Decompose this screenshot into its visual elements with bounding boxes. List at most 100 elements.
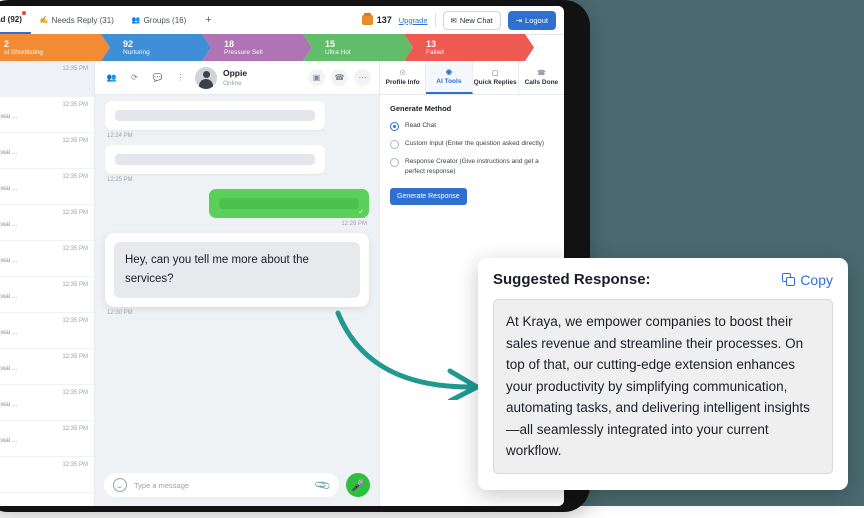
message-input-placeholder[interactable]: Type a message xyxy=(134,481,309,490)
add-tab-button[interactable]: + xyxy=(195,14,221,26)
generate-response-button[interactable]: Generate Response xyxy=(390,188,467,205)
message-outgoing-placeholder: ✓ xyxy=(105,189,369,218)
list-item-preview: I am wai ... xyxy=(0,293,18,300)
top-tab-bar: ✉ Unread (92) ✍ Needs Reply (31) 👥 Group… xyxy=(0,6,564,35)
stage-count: 13 xyxy=(426,38,437,49)
stage-label: Pressure Sell xyxy=(224,48,263,56)
list-item[interactable]: 12:35 PM I am wai ... xyxy=(0,349,94,385)
video-call-icon[interactable]: ▣ xyxy=(308,69,325,86)
reply-icon: ✍ xyxy=(39,17,49,24)
placeholder-line xyxy=(115,110,315,121)
stage-shortlisting[interactable]: 2 ol Shortlisting xyxy=(0,34,110,61)
tab-label: Profile Info xyxy=(385,79,420,86)
stage-pressure-sell[interactable]: 18 Pressure Sell xyxy=(202,34,312,61)
inbox-tabs: ✉ Unread (92) ✍ Needs Reply (31) 👥 Group… xyxy=(0,6,222,34)
list-item[interactable]: 12:35 PM xyxy=(0,457,94,493)
stage-count: 2 xyxy=(4,38,10,49)
tab-groups-label: Groups (16) xyxy=(143,15,187,25)
message-composer: Type a message 📎 🎤 xyxy=(95,464,379,506)
tab-calls-done[interactable]: ☎ Calls Done xyxy=(519,61,564,94)
message-thread[interactable]: 12:24 PM 12:25 PM ✓ 12:28 PM Hey, can yo… xyxy=(95,95,379,464)
stage-label: ol Shortlisting xyxy=(4,48,44,56)
phone-call-icon[interactable]: ☎ xyxy=(331,69,348,86)
tab-label: Calls Done xyxy=(524,79,559,86)
contact-info: Oppie Online xyxy=(223,68,247,88)
list-item[interactable]: 12:35 PM I am wai ... xyxy=(0,385,94,421)
list-item[interactable]: 12:35 PM I am wai ... xyxy=(0,97,94,133)
pipeline-stage-bar: 2 ol Shortlisting 92 Nurturing 18 Pressu… xyxy=(0,34,564,61)
copy-icon xyxy=(782,273,796,286)
placeholder-line xyxy=(219,198,359,209)
radio-option-custom-input[interactable]: Custom Input (Enter the question asked d… xyxy=(390,139,554,149)
profile-icon: ☉ xyxy=(399,70,406,77)
copy-button[interactable]: Copy xyxy=(782,272,833,288)
stage-ultra-hot[interactable]: 15 Ultra Hot xyxy=(303,34,413,61)
stage-failed[interactable]: 13 Failed xyxy=(404,34,534,61)
list-item[interactable]: 12:35 PM xyxy=(0,61,94,97)
list-item-preview: I am wai ... xyxy=(0,365,18,372)
list-item-preview: I am wai ... xyxy=(0,221,18,228)
bolt-icon: ▢ xyxy=(491,70,499,77)
tab-profile-info[interactable]: ☉ Profile Info xyxy=(380,61,427,94)
chat-actions: ▣ ☎ ⋯ xyxy=(308,69,371,86)
new-chat-button[interactable]: ✉ New Chat xyxy=(442,10,501,30)
credits-count: 137 xyxy=(376,15,392,25)
smiley-icon[interactable] xyxy=(113,478,127,492)
message-incoming-placeholder xyxy=(105,145,369,174)
tab-label: Quick Replies xyxy=(473,79,517,86)
logout-button[interactable]: ⇥ Logout xyxy=(507,10,556,30)
stage-label: Failed xyxy=(426,48,444,56)
message-input-wrapper[interactable]: Type a message 📎 xyxy=(104,473,339,497)
suggested-response-text: At Kraya, we empower companies to boost … xyxy=(493,299,833,474)
microphone-icon[interactable]: 🎤 xyxy=(346,473,370,497)
kebab-menu-icon[interactable]: ⋮ xyxy=(172,69,189,86)
radio-button[interactable] xyxy=(390,158,399,167)
list-item-time: 12:35 PM xyxy=(62,66,88,72)
tab-needs-reply[interactable]: ✍ Needs Reply (31) xyxy=(31,6,123,34)
tab-groups[interactable]: 👥 Groups (16) xyxy=(123,6,195,34)
list-item[interactable]: 12:35 PM I am wai ... xyxy=(0,421,94,457)
paperclip-icon[interactable]: 📎 xyxy=(314,476,332,495)
contacts-icon[interactable]: 👥 xyxy=(103,69,120,86)
list-item-preview: I am wai ... xyxy=(0,185,18,192)
message-time: 12:28 PM xyxy=(341,221,367,227)
stage-nurturing[interactable]: 92 Nurturing xyxy=(101,34,211,61)
refresh-icon[interactable]: ⟳ xyxy=(126,69,143,86)
list-item[interactable]: 12:35 PM I am wai ... xyxy=(0,205,94,241)
tab-quick-replies[interactable]: ▢ Quick Replies xyxy=(473,61,519,94)
radio-button[interactable] xyxy=(390,122,399,131)
message-incoming-highlighted: Hey, can you tell me more about the serv… xyxy=(105,233,369,307)
list-item[interactable]: 12:35 PM I am wai ... xyxy=(0,241,94,277)
list-item[interactable]: 12:35 PM I am wai ... xyxy=(0,169,94,205)
more-options-icon[interactable]: ⋯ xyxy=(354,69,371,86)
topbar-actions: 137 Upgrade ✉ New Chat ⇥ Logout xyxy=(361,10,564,30)
list-item[interactable]: 12:35 PM I am wai ... xyxy=(0,133,94,169)
radio-option-response-creator[interactable]: Response Creator (Give instructions and … xyxy=(390,157,554,176)
tab-ai-tools[interactable]: ◉ AI Tools xyxy=(426,61,473,94)
avatar xyxy=(195,66,217,89)
tab-unread[interactable]: ✉ Unread (92) xyxy=(0,6,31,34)
message-incoming-placeholder xyxy=(105,101,369,130)
radio-label: Custom Input (Enter the question asked d… xyxy=(405,140,545,147)
chat-panel: 👥 ⟳ 💬 ⋮ Oppie Online ▣ ☎ ⋯ 12:24 PM 12:2… xyxy=(95,61,379,506)
delivered-check-icon: ✓ xyxy=(358,209,364,216)
list-item-preview: I am wai ... xyxy=(0,113,18,120)
logout-label: Logout xyxy=(525,15,548,25)
list-item[interactable]: 12:35 PM I am wai ... xyxy=(0,313,94,349)
tab-needs-reply-label: Needs Reply (31) xyxy=(51,15,114,25)
chat-icon[interactable]: 💬 xyxy=(149,69,166,86)
chat-header: 👥 ⟳ 💬 ⋮ Oppie Online ▣ ☎ ⋯ xyxy=(95,61,379,95)
list-item[interactable]: 12:35 PM I am wai ... xyxy=(0,277,94,313)
stage-count: 15 xyxy=(325,38,336,49)
radio-button[interactable] xyxy=(390,140,399,149)
conversation-list[interactable]: 12:35 PM 12:35 PM I am wai ... 12:35 PM … xyxy=(0,61,95,506)
upgrade-link[interactable]: Upgrade xyxy=(399,16,428,25)
generate-method-title: Generate Method xyxy=(390,104,452,113)
message-bubble: ✓ xyxy=(209,189,369,218)
radio-label: Response Creator (Give instructions and … xyxy=(405,158,539,175)
stage-count: 18 xyxy=(224,38,235,49)
contact-status: Online xyxy=(223,79,242,87)
radio-option-read-chat[interactable]: Read Chat xyxy=(390,121,554,131)
suggested-response-card: Suggested Response: Copy At Kraya, we em… xyxy=(478,258,848,490)
tab-label: AI Tools xyxy=(436,78,462,85)
